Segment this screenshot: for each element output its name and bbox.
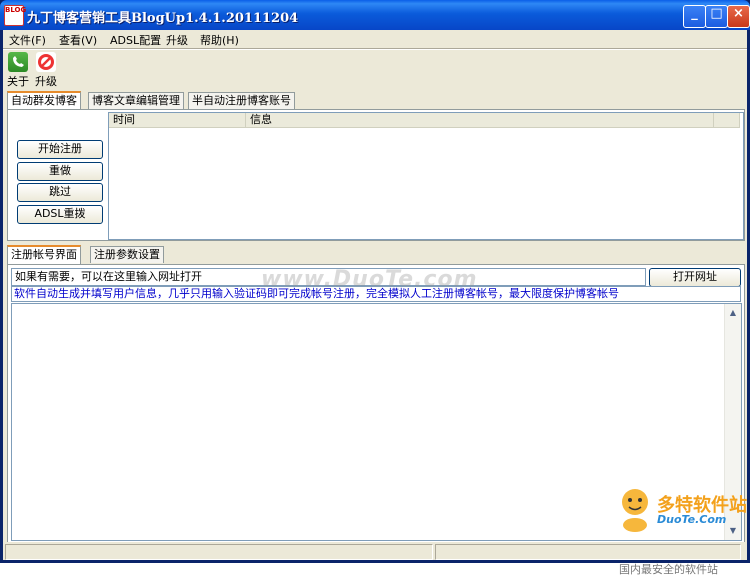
log-table[interactable]: 时间 信息 [108, 112, 744, 240]
no-entry-icon [36, 52, 56, 72]
brand-domain: DuoTe.Com [657, 513, 727, 526]
client-area: 文件(F) 查看(V) ADSL配置 升级 帮助(H) 关于 升级 自动群发博客 [3, 30, 747, 576]
open-url-button[interactable]: 打开网址 [649, 268, 741, 287]
toolbar: 关于 升级 [3, 50, 747, 90]
app-window: BLOG 九丁博客营销工具BlogUp1.4.1.20111204 _ □ × … [0, 0, 750, 576]
skip-button[interactable]: 跳过 [17, 183, 103, 202]
status-panel-right [435, 544, 741, 560]
tab-auto-post[interactable]: 自动群发博客 [7, 91, 81, 111]
menu-file[interactable]: 文件(F) [9, 32, 46, 48]
upgrade-button[interactable]: 升级 [34, 52, 58, 89]
brand-logo: 多特软件站 DuoTe.Com 国内最安全的软件站 [615, 485, 747, 576]
brand-tagline: 国内最安全的软件站 [619, 563, 718, 576]
menu-view[interactable]: 查看(V) [59, 32, 97, 48]
app-icon: BLOG [4, 5, 26, 26]
tab-semi-auto-register[interactable]: 半自动注册博客账号 [188, 92, 295, 109]
mascot-icon [622, 489, 648, 532]
column-header-time[interactable]: 时间 [109, 113, 246, 128]
column-header-filler [714, 113, 740, 128]
start-register-button[interactable]: 开始注册 [17, 140, 103, 159]
menu-help[interactable]: 帮助(H) [200, 32, 239, 48]
register-panel: 开始注册 重做 跳过 ADSL重拨 时间 信息 [7, 109, 745, 241]
menu-upgrade[interactable]: 升级 [166, 32, 188, 48]
column-header-info[interactable]: 信息 [246, 113, 714, 128]
phone-icon [8, 52, 28, 72]
status-panel-left [5, 544, 433, 560]
menu-adsl-config[interactable]: ADSL配置 [110, 32, 161, 48]
maximize-button[interactable]: □ [705, 5, 728, 28]
redo-button[interactable]: 重做 [17, 162, 103, 181]
about-label: 关于 [7, 75, 29, 88]
tab-article-manage[interactable]: 博客文章编辑管理 [88, 92, 184, 109]
tab-register-account[interactable]: 注册帐号界面 [7, 245, 81, 265]
adsl-redial-button[interactable]: ADSL重拨 [17, 205, 103, 224]
scroll-up-arrow-icon[interactable]: ▲ [727, 306, 739, 320]
window-title: 九丁博客营销工具BlogUp1.4.1.20111204 [27, 11, 299, 26]
menu-bar: 文件(F) 查看(V) ADSL配置 升级 帮助(H) [3, 30, 747, 48]
watermark-text: www.DuoTe.com [261, 267, 478, 292]
about-button[interactable]: 关于 [6, 52, 30, 89]
minimize-button[interactable]: _ [683, 5, 706, 28]
tab-register-params[interactable]: 注册参数设置 [90, 246, 164, 263]
title-bar[interactable]: BLOG 九丁博客营销工具BlogUp1.4.1.20111204 _ □ × [0, 0, 750, 30]
upgrade-label: 升级 [35, 75, 57, 88]
close-button[interactable]: × [727, 5, 750, 28]
